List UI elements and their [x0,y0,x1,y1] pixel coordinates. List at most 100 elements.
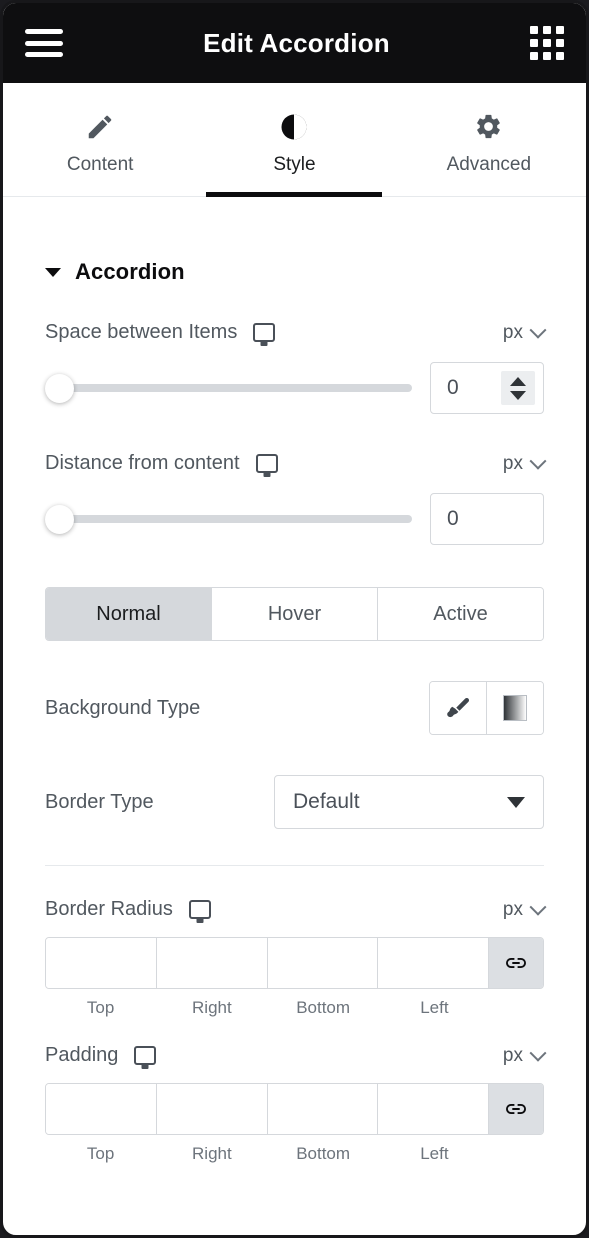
hamburger-bar [25,52,63,57]
control-label: Space between Items [45,321,238,343]
border-radius-right-input[interactable] [155,938,267,988]
state-tab-normal[interactable]: Normal [46,588,211,640]
pencil-icon [85,110,115,144]
tab-style[interactable]: Style [197,83,391,196]
padding-right-input[interactable] [155,1084,267,1134]
gradient-swatch-icon [503,695,527,721]
slider-track [59,515,412,523]
control-label: Padding [45,1044,119,1066]
panel-body: Accordion Space between Items px 0 Dista… [3,197,586,1164]
chevron-down-icon [529,1044,547,1062]
slider-row-space-between-items: 0 [45,362,544,414]
background-type-options [429,681,544,735]
control-border-radius: Border Radius px [45,898,547,921]
number-stepper[interactable] [501,371,535,405]
desktop-monitor-icon[interactable] [255,454,278,473]
control-label: Border Radius [45,898,173,920]
state-tab-hover[interactable]: Hover [211,588,377,640]
background-type-classic-button[interactable] [430,682,486,734]
contrast-circle-icon [279,110,309,144]
unit-select-border-radius[interactable]: px [502,898,547,921]
dimension-label-bottom: Bottom [296,998,351,1017]
paintbrush-icon [445,695,471,721]
chevron-down-icon [529,898,547,916]
dimension-label-left: Left [420,1144,449,1163]
state-tab-active[interactable]: Active [377,588,543,640]
chain-link-icon [504,1097,528,1121]
unit-label: px [502,321,523,343]
dimension-label-right: Right [192,998,232,1017]
chain-link-icon [504,951,528,975]
slider-space-between-items[interactable] [45,373,412,403]
dimension-label-top: Top [86,998,115,1017]
stepper-down-icon[interactable] [510,390,526,400]
desktop-monitor-icon[interactable] [188,900,211,919]
slider-track [59,384,412,392]
slider-row-distance-from-content: 0 [45,493,544,545]
control-label: Background Type [45,696,201,719]
hamburger-menu-icon[interactable] [25,29,63,57]
panel-tabs: Content Style Advanced [3,83,586,197]
unit-label: px [502,1044,523,1066]
number-input-space-between-items[interactable]: 0 [430,362,544,414]
number-input-value: 0 [447,376,459,399]
border-type-select[interactable]: Default [274,775,544,829]
border-radius-fields: Top Right Bottom Left [45,937,544,1018]
dimension-inputs [45,1083,544,1135]
border-radius-top-input[interactable] [46,938,156,988]
number-input-distance-from-content[interactable]: 0 [430,493,544,545]
control-border-type: Border Type Default [45,775,544,829]
divider [45,865,544,866]
unit-select-distance-from-content[interactable]: px [502,452,547,475]
dimension-label-bottom: Bottom [296,1144,351,1163]
unit-label: px [502,898,523,920]
state-tabs: Normal Hover Active [45,587,544,641]
apps-grid-icon[interactable] [529,26,564,60]
hamburger-bar [25,29,63,34]
padding-top-input[interactable] [46,1084,156,1134]
padding-fields: Top Right Bottom Left [45,1083,544,1164]
unit-select-space-between-items[interactable]: px [502,321,547,344]
slider-handle[interactable] [45,373,74,403]
border-radius-link-toggle[interactable] [488,938,543,988]
control-background-type: Background Type [45,681,544,735]
panel-titlebar: Edit Accordion [3,3,586,83]
edit-widget-panel: Edit Accordion Content Style Advanced Ac… [0,0,589,1238]
border-type-value: Default [293,790,360,813]
tab-advanced[interactable]: Advanced [392,83,586,196]
slider-handle[interactable] [45,504,74,534]
unit-select-padding[interactable]: px [502,1044,547,1067]
control-label: Border Type [45,790,154,813]
tab-advanced-label: Advanced [446,153,532,175]
background-type-gradient-button[interactable] [486,682,543,734]
border-radius-left-input[interactable] [377,938,488,988]
border-radius-bottom-input[interactable] [266,938,378,988]
hamburger-bar [25,40,63,46]
padding-link-toggle[interactable] [488,1084,543,1134]
dimension-label-left: Left [420,998,449,1017]
dimension-label-top: Top [86,1144,115,1163]
control-space-between-items: Space between Items px [45,321,547,344]
dimension-label-right: Right [192,1144,232,1163]
control-padding: Padding px [45,1044,547,1067]
chevron-down-icon [507,796,525,808]
chevron-down-icon [529,321,547,339]
tab-content-label: Content [66,153,134,175]
tab-content[interactable]: Content [3,83,197,196]
chevron-down-icon [45,267,61,277]
padding-left-input[interactable] [377,1084,488,1134]
desktop-monitor-icon[interactable] [253,323,276,342]
desktop-monitor-icon[interactable] [134,1046,157,1065]
tab-style-label: Style [273,153,316,175]
slider-distance-from-content[interactable] [45,504,412,534]
gear-icon [474,110,503,144]
control-label: Distance from content [45,452,240,474]
padding-bottom-input[interactable] [266,1084,378,1134]
section-header-accordion[interactable]: Accordion [45,197,544,321]
section-title: Accordion [75,259,185,284]
control-distance-from-content: Distance from content px [45,452,547,475]
dimension-labels: Top Right Bottom Left [45,1144,544,1164]
stepper-up-icon[interactable] [510,376,526,386]
dimension-labels: Top Right Bottom Left [45,998,544,1018]
unit-label: px [502,452,523,474]
